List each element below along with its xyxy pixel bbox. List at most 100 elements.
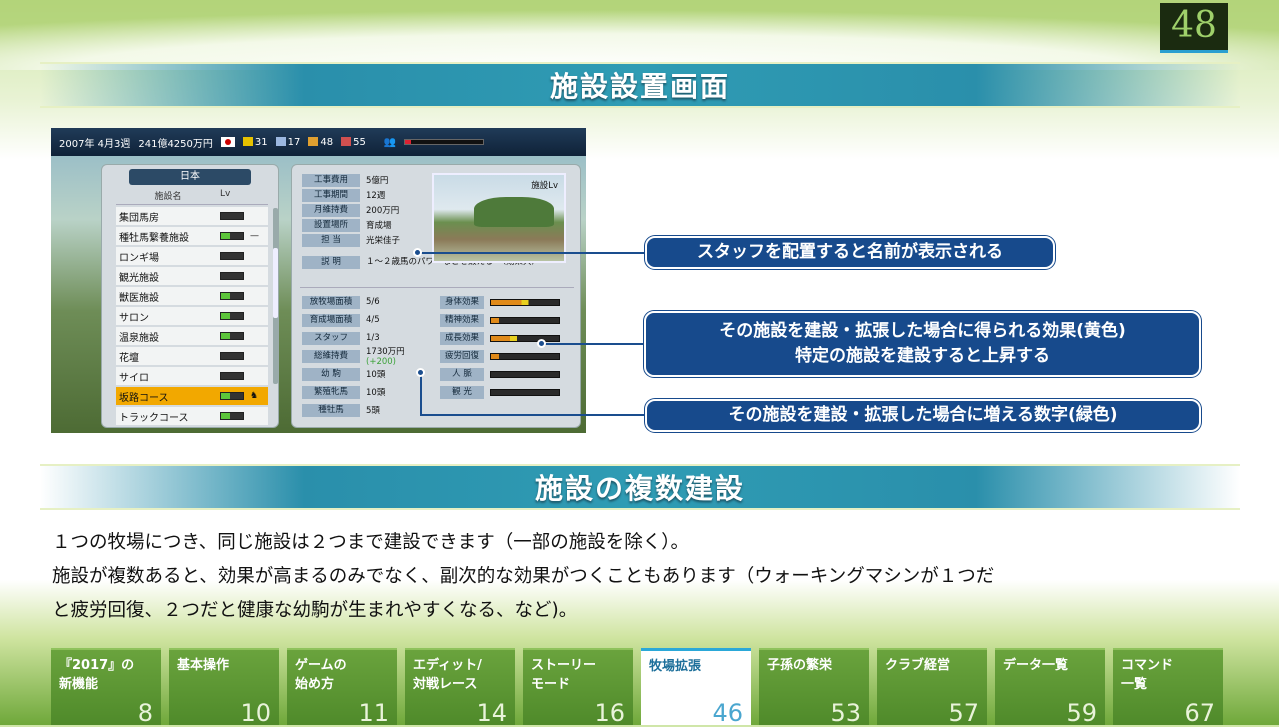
facility-name: 温泉施設 — [119, 332, 159, 344]
callout-line — [420, 252, 645, 254]
tab-page-number: 67 — [1184, 699, 1215, 727]
facility-name: 種牡馬繋養施設 — [119, 232, 189, 244]
level-bar — [220, 232, 244, 240]
tab-page-number: 59 — [1066, 699, 1097, 727]
detail-key: 説 明 — [302, 255, 360, 269]
effect-row: 観 光 — [440, 385, 560, 399]
effect-bar — [490, 334, 560, 342]
callout-effect: その施設を建設・拡張した場合に得られる効果(黄色) 特定の施設を建設すると上昇す… — [644, 311, 1201, 377]
stat-value: 48 — [320, 136, 334, 148]
stat-row: 幼 駒 10頭 — [302, 367, 430, 381]
callout-staff: スタッフを配置すると名前が表示される — [645, 236, 1055, 269]
callout-text: その施設を建設・拡張した場合に得られる効果(黄色) — [719, 321, 1126, 341]
stat-value: 55 — [353, 136, 366, 148]
divider — [300, 287, 574, 288]
body-line: 施設が複数あると、効果が高まるのみでなく、副次的な効果がつくこともあります（ウォ… — [52, 566, 995, 587]
tab-label: コマンド — [1121, 658, 1174, 673]
tab-page-number: 14 — [476, 699, 507, 727]
tab-label: ストーリー — [531, 658, 597, 673]
scrollbar[interactable] — [273, 208, 278, 384]
tab-page-number: 10 — [240, 699, 271, 727]
facility-row[interactable]: トラックコース — [116, 407, 268, 425]
tab-label: 牧場拡張 — [649, 659, 702, 674]
tab-chapter[interactable]: 『2017』の 新機能 8 — [51, 648, 161, 725]
facility-level-label: 施設Lv — [531, 181, 558, 191]
level-bar — [220, 252, 244, 260]
facility-image — [474, 197, 554, 227]
facility-row[interactable]: 観光施設 — [116, 267, 268, 285]
stat-value: 5/6 — [360, 297, 430, 307]
tab-page-number: 16 — [594, 699, 625, 727]
detail-key: 工事期間 — [302, 188, 360, 202]
body-line: と疲労回復、２つだと健康な幼駒が生まれやすくなる、など)。 — [52, 600, 578, 621]
facility-row[interactable]: サイロ — [116, 367, 268, 385]
stamina-bar — [404, 139, 485, 145]
effect-bar — [490, 388, 560, 396]
level-bar — [220, 412, 244, 420]
tab-chapter[interactable]: 牧場拡張 46 — [641, 648, 751, 725]
tab-label: 『2017』の — [59, 658, 135, 673]
stat-value: 17 — [287, 136, 301, 148]
tab-chapter[interactable]: 基本操作 10 — [169, 648, 279, 725]
effect-bar — [490, 316, 560, 324]
detail-key: 設置場所 — [302, 218, 360, 232]
callout-text: スタッフを配置すると名前が表示される — [697, 242, 1003, 262]
tab-chapter[interactable]: ゲームの 始め方 11 — [287, 648, 397, 725]
body-line: １つの牧場につき、同じ施設は２つまで建設できます（一部の施設を除く）。 — [52, 532, 689, 553]
tab-chapter[interactable]: ストーリーモード 16 — [523, 648, 633, 725]
tab-chapter[interactable]: エディット/対戦レース 14 — [405, 648, 515, 725]
blue-item-icon — [275, 137, 286, 146]
facility-photo: 施設Lv — [432, 173, 566, 263]
tab-chapter[interactable]: クラブ経営 57 — [877, 648, 987, 725]
tab-chapter[interactable]: コマンド 一覧 67 — [1113, 648, 1223, 725]
tab-label: モード — [531, 677, 571, 692]
tab-chapter[interactable]: 子孫の繁栄 53 — [759, 648, 869, 725]
stat-number: 5/6 — [366, 297, 380, 307]
stat-number: 10頭 — [366, 370, 386, 380]
effect-key: 身体効果 — [440, 295, 484, 309]
tab-chapter[interactable]: データ一覧 59 — [995, 648, 1105, 725]
facility-row[interactable]: 坂路コース ♞ — [116, 387, 268, 405]
stat-key: 種牡馬 — [302, 403, 360, 417]
tab-label: 子孫の繁栄 — [767, 658, 833, 673]
facility-row[interactable]: 温泉施設 — [116, 327, 268, 345]
facility-row[interactable]: 獣医施設 — [116, 287, 268, 305]
tab-label: 基本操作 — [177, 658, 230, 673]
tab-page-number: 8 — [137, 699, 153, 727]
gold-item-icon — [242, 137, 253, 146]
level-bar — [220, 372, 244, 380]
facility-row[interactable]: ロンギ場 — [116, 247, 268, 265]
facility-name: 獣医施設 — [119, 292, 159, 304]
effect-key: 精神効果 — [440, 313, 484, 327]
tab-page-number: 53 — [830, 699, 861, 727]
stat-row: 種牡馬 5頭 — [302, 403, 430, 417]
effect-row: 精神効果 — [440, 313, 560, 327]
tab-page-number: 57 — [948, 699, 979, 727]
facility-extra: — — [250, 231, 259, 241]
effect-key: 疲労回復 — [440, 349, 484, 363]
callout-dot — [416, 368, 425, 377]
section-title: 施設の複数建設 — [534, 472, 745, 505]
effect-row: 身体効果 — [440, 295, 560, 309]
stat-key: スタッフ — [302, 331, 360, 345]
facility-row[interactable]: 集団馬房 — [116, 207, 268, 225]
stat-row: 総維持費 1730万円(+200) — [302, 347, 430, 367]
stat-number: 4/5 — [366, 315, 380, 325]
stat-number: 1730万円 — [366, 347, 405, 357]
facility-row[interactable]: 花壇 — [116, 347, 268, 365]
stat-number: 1/3 — [366, 333, 380, 343]
effect-bar — [490, 298, 560, 306]
level-bar — [220, 332, 244, 340]
facility-row[interactable]: サロン — [116, 307, 268, 325]
chapter-tabs: 『2017』の 新機能 8 基本操作 10 ゲームの 始め方 11 エディット/対戦レース 14 ス… — [51, 648, 1223, 725]
effect-bar — [490, 352, 560, 360]
tab-label: ゲームの — [295, 658, 347, 673]
facility-extra: ♞ — [250, 391, 259, 401]
stat-row: 放牧場面積 5/6 — [302, 295, 430, 309]
facility-name: 坂路コース — [119, 392, 169, 404]
detail-key: 工事費用 — [302, 173, 360, 187]
facility-row[interactable]: 種牡馬繋養施設 — — [116, 227, 268, 245]
stat-number: 10頭 — [366, 388, 386, 398]
facility-name: 集団馬房 — [119, 212, 159, 224]
callout-line — [544, 343, 644, 345]
